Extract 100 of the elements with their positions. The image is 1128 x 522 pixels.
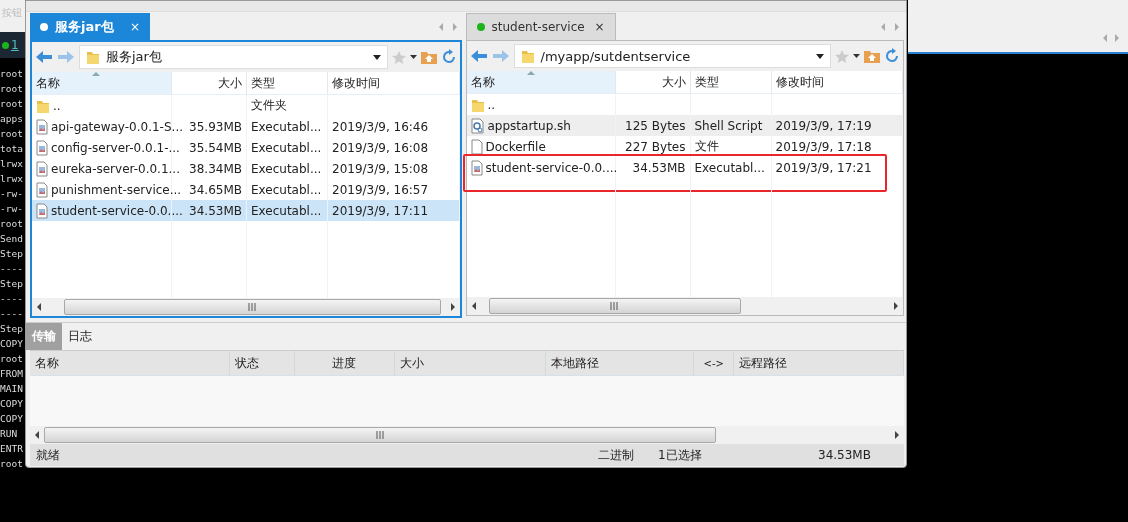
file-row[interactable]: student-service-0.0.... 34.53MB Executabl... 2019/3/9, 17:11 — [32, 200, 460, 221]
refresh-icon[interactable] — [440, 49, 457, 65]
file-type: Shell Script — [694, 118, 763, 133]
column-header[interactable]: 本地路径 — [546, 351, 695, 375]
scroll-right-icon[interactable] — [893, 301, 899, 311]
terminal-line: -rw- — [0, 187, 23, 201]
file-row[interactable]: eureka-server-0.0.1... 38.34MB Executabl... 2019/3/9, 15:08 — [32, 158, 460, 179]
session-tab[interactable]: student-service × — [465, 13, 616, 40]
column-header[interactable]: 名称 — [466, 71, 616, 93]
path-field[interactable]: /myapp/sutdentservice — [513, 44, 831, 68]
column-header[interactable]: 修改时间 — [771, 71, 903, 93]
image-file-icon — [36, 160, 48, 177]
terminal-line: root — [0, 97, 23, 111]
file-type: 文件 — [694, 138, 719, 155]
file-name: punishment-service... — [51, 182, 182, 197]
column-header[interactable]: 状态 — [229, 351, 295, 375]
terminal-line: root — [0, 457, 23, 471]
image-file-icon — [36, 118, 48, 135]
modified-time: 2019/3/9, 17:21 — [775, 160, 872, 175]
scroll-right-icon[interactable] — [894, 430, 900, 440]
column-header[interactable]: <-> — [694, 351, 735, 375]
file-row[interactable]: config-server-0.0.1-... 35.54MB Executabl... 2019/3/9, 16:08 — [32, 137, 460, 158]
caret-icon[interactable] — [409, 55, 417, 59]
file-row[interactable]: api-gateway-0.0.1-S... 35.93MB Executabl... 2019/3/9, 16:46 — [32, 116, 460, 137]
horizontal-scrollbar[interactable] — [32, 298, 460, 316]
modified-time: 2019/3/9, 17:18 — [775, 139, 872, 154]
folder-icon — [520, 48, 535, 64]
terminal-line: root — [0, 82, 23, 96]
terminal-line: Step — [0, 277, 23, 291]
file-name: .. — [487, 97, 496, 112]
file-type: Executabl... — [251, 203, 322, 218]
status-text: 就绪 — [36, 446, 61, 464]
file-size: 34.65MB — [189, 182, 242, 197]
caret-icon[interactable] — [372, 54, 381, 60]
file-type: Executabl... — [251, 182, 322, 197]
column-header[interactable]: 大小 — [172, 72, 247, 94]
terminal-line: ENTR — [0, 442, 23, 456]
terminal-tab[interactable]: 1 — [0, 32, 25, 58]
column-header[interactable]: 类型 — [247, 72, 328, 94]
path-field[interactable]: 服务jar包 — [79, 45, 388, 69]
terminal-line: ---- — [0, 262, 23, 276]
refresh-icon[interactable] — [884, 48, 900, 64]
file-name: api-gateway-0.0.1-S... — [51, 119, 183, 134]
column-header[interactable]: 大小 — [394, 351, 547, 375]
column-header[interactable]: 大小 — [615, 71, 691, 93]
scrollbar-thumb[interactable] — [488, 298, 741, 314]
terminal-line: Step — [0, 247, 23, 261]
file-row[interactable]: appstartup.sh 125 Bytes Shell Script 2019/3/9, 17:19 — [466, 115, 903, 136]
column-header[interactable]: 修改时间 — [328, 72, 460, 94]
scroll-left-icon[interactable] — [34, 430, 40, 440]
modified-time: 2019/3/9, 15:08 — [332, 161, 429, 176]
horizontal-scrollbar[interactable] — [466, 297, 903, 315]
scrollbar-thumb[interactable] — [64, 299, 441, 315]
scroll-left-icon[interactable] — [36, 302, 42, 312]
back-icon[interactable] — [469, 49, 488, 63]
scroll-right-icon[interactable] — [449, 302, 456, 312]
session-tab[interactable]: 服务jar包 × — [30, 13, 150, 40]
forward-icon[interactable] — [491, 49, 510, 63]
grip-icon — [375, 431, 385, 439]
close-button[interactable]: × — [129, 19, 140, 34]
scrollbar-thumb[interactable] — [44, 427, 716, 443]
modified-time: 2019/3/9, 16:08 — [332, 140, 429, 155]
column-header[interactable]: 名称 — [32, 72, 172, 94]
caret-icon[interactable] — [816, 53, 824, 59]
file-row[interactable]: Dockerfile 227 Bytes 文件 2019/3/9, 17:18 — [466, 136, 903, 157]
star-icon[interactable] — [391, 50, 406, 64]
file-type: Executabl... — [694, 160, 765, 175]
grip-icon — [248, 303, 257, 311]
terminal-line: lrwx — [0, 157, 23, 171]
file-type: Executabl... — [251, 161, 322, 176]
column-header[interactable]: 名称 — [30, 351, 230, 375]
terminal-line: apps — [0, 112, 23, 126]
modified-time: 2019/3/9, 16:57 — [332, 182, 429, 197]
star-icon[interactable] — [835, 49, 849, 63]
terminal-line: RUN — [0, 427, 18, 441]
file-size: 38.34MB — [189, 161, 242, 176]
caret-icon[interactable] — [853, 54, 860, 58]
column-header[interactable]: 类型 — [690, 71, 772, 93]
column-header[interactable]: 远程路径 — [734, 351, 904, 375]
file-size: 35.93MB — [189, 119, 242, 134]
file-row[interactable]: student-service-0.0.... 34.53MB Executabl... 2019/3/9, 17:21 — [466, 157, 903, 178]
file-type: 文件夹 — [251, 97, 287, 114]
tab-label: 服务jar包 — [55, 17, 114, 36]
column-header[interactable]: 进度 — [294, 351, 395, 375]
sort-arrow-icon — [92, 72, 100, 76]
terminal-line: FROM — [0, 367, 23, 381]
file-size: 125 Bytes — [625, 118, 686, 133]
file-size: 34.53MB — [189, 203, 242, 218]
image-file-icon — [36, 181, 48, 198]
image-file-icon — [470, 159, 483, 176]
modified-time: 2019/3/9, 17:19 — [775, 118, 872, 133]
scroll-left-icon[interactable] — [470, 301, 477, 311]
grip-icon — [610, 302, 619, 310]
back-icon[interactable] — [35, 50, 53, 64]
close-button[interactable]: × — [594, 20, 605, 34]
panel-tab[interactable]: 日志 — [62, 323, 98, 350]
file-row[interactable]: .. 文件夹 — [32, 95, 460, 116]
script-file-icon — [470, 117, 485, 134]
selection-count: 1已选择 — [658, 446, 703, 464]
forward-icon[interactable] — [57, 50, 75, 64]
